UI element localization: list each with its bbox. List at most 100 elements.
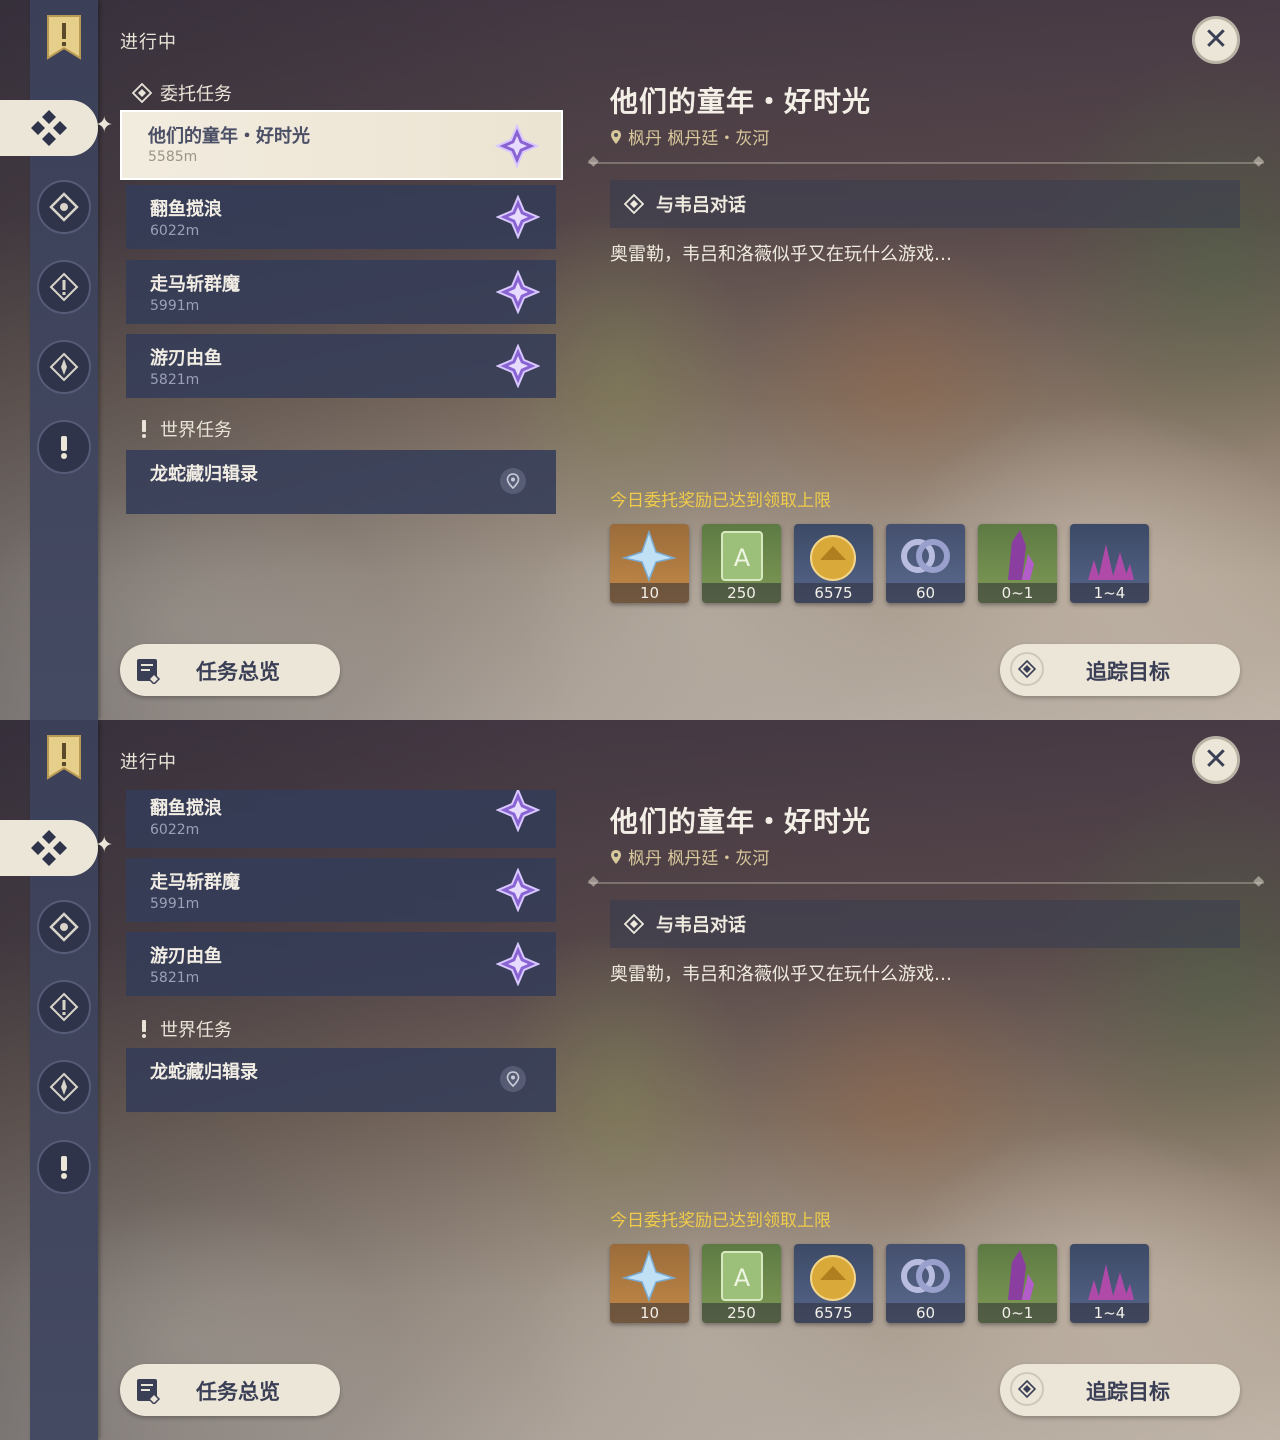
commission-star-icon <box>495 124 539 168</box>
quest-overview-button[interactable]: 任务总览 <box>120 644 340 696</box>
objective-label: 与韦吕对话 <box>656 915 746 936</box>
quest-title: 走马斩群魔 <box>150 274 240 295</box>
reward-count: 60 <box>886 583 965 603</box>
reward-item[interactable]: 10 <box>610 524 689 603</box>
category-label: 世界任务 <box>160 420 232 441</box>
archon-quest-icon <box>49 192 79 222</box>
reward-count: 6575 <box>794 1303 873 1323</box>
selected-sparkle-icon: ✦ <box>95 113 114 138</box>
section-title: 进行中 <box>120 32 177 53</box>
objective-label: 与韦吕对话 <box>656 195 746 216</box>
quest-screen-scrolled: ✦ 进行中 翻鱼搅浪 6022m 走马斩群魔 5991m 游刃由鱼 5821m … <box>0 720 1280 1440</box>
adventure-exp-icon: A <box>721 1251 763 1301</box>
quest-card[interactable]: 翻鱼搅浪 6022m <box>126 185 556 249</box>
reward-item[interactable]: 10 <box>610 1244 689 1323</box>
reward-item[interactable]: 1~4 <box>1070 524 1149 603</box>
tab-event-quests[interactable] <box>37 340 91 394</box>
quest-card[interactable]: 翻鱼搅浪 6022m <box>126 790 556 848</box>
quest-distance: 6022m <box>150 223 200 239</box>
quest-location: 枫丹 枫丹廷・灰河 <box>610 844 769 869</box>
category-label: 世界任务 <box>160 1020 232 1041</box>
commission-star-icon <box>496 344 540 388</box>
reward-item[interactable]: 60 <box>886 524 965 603</box>
quest-card[interactable]: 走马斩群魔 5991m <box>126 260 556 324</box>
commission-diamond-icon <box>132 83 152 103</box>
quest-description: 奥雷勒，韦吕和洛薇似乎又在玩什么游戏… <box>610 244 952 265</box>
quest-detail-title: 他们的童年・好时光 <box>610 805 872 838</box>
exclaim-icon <box>61 436 67 459</box>
reward-item[interactable]: 6575 <box>794 524 873 603</box>
quest-title: 龙蛇藏归辑录 <box>150 1062 258 1083</box>
quest-card[interactable]: 游刃由鱼 5821m <box>126 932 556 996</box>
tab-world-quests[interactable] <box>37 1140 91 1194</box>
quest-card-selected[interactable]: 他们的童年・好时光 5585m <box>120 110 563 180</box>
exclaim-diamond-icon <box>49 272 79 302</box>
quest-card[interactable]: 龙蛇藏归辑录 <box>126 1048 556 1112</box>
quest-card[interactable]: 游刃由鱼 5821m <box>126 334 556 398</box>
quest-title: 翻鱼搅浪 <box>150 199 222 220</box>
quest-location: 枫丹 枫丹廷・灰河 <box>610 124 769 149</box>
section-title: 进行中 <box>120 752 177 773</box>
reward-count: 10 <box>610 583 689 603</box>
crystal-cluster-icon <box>1088 544 1134 580</box>
svg-text:A: A <box>734 1264 751 1292</box>
reward-item[interactable]: 6575 <box>794 1244 873 1323</box>
location-pin-icon <box>611 849 621 864</box>
quest-list[interactable]: 翻鱼搅浪 6022m 走马斩群魔 5991m 游刃由鱼 5821m 世界任务 龙… <box>120 790 570 1350</box>
commission-star-icon <box>496 790 540 832</box>
divider <box>588 153 1264 169</box>
category-world: 世界任务 <box>136 1016 232 1042</box>
quest-distance: 6022m <box>150 822 200 838</box>
reward-item[interactable]: 0~1 <box>978 524 1057 603</box>
divider <box>588 873 1264 889</box>
mora-icon <box>810 535 856 581</box>
quest-book-icon <box>132 1374 164 1406</box>
commission-icon <box>31 830 67 866</box>
reward-item[interactable]: A 250 <box>702 524 781 603</box>
quest-card[interactable]: 走马斩群魔 5991m <box>126 858 556 922</box>
quest-card[interactable]: 龙蛇藏归辑录 <box>126 450 556 514</box>
quest-book-icon <box>132 654 164 686</box>
quest-screen-top: ✦ 进行中 委托任务 他们的童年・好时光 5585m 翻鱼搅浪 6022m 走马… <box>0 0 1280 720</box>
primogem-icon <box>621 1249 677 1303</box>
reward-count: 0~1 <box>978 1303 1057 1323</box>
close-button[interactable]: ✕ <box>1192 16 1240 64</box>
track-objective-button[interactable]: 追踪目标 <box>1000 1364 1240 1416</box>
reward-item[interactable]: 1~4 <box>1070 1244 1149 1323</box>
button-label: 任务总览 <box>196 660 280 684</box>
tab-event-quests[interactable] <box>37 1060 91 1114</box>
reward-count: 0~1 <box>978 583 1057 603</box>
quest-list[interactable]: 他们的童年・好时光 5585m 翻鱼搅浪 6022m 走马斩群魔 5991m 游… <box>120 110 570 630</box>
quest-title: 他们的童年・好时光 <box>148 126 310 147</box>
reward-count: 6575 <box>794 583 873 603</box>
quest-overview-button[interactable]: 任务总览 <box>120 1364 340 1416</box>
reward-item[interactable]: 0~1 <box>978 1244 1057 1323</box>
reward-count: 60 <box>886 1303 965 1323</box>
category-label: 委托任务 <box>160 84 232 105</box>
tab-archon-quests[interactable] <box>37 900 91 954</box>
reward-count: 250 <box>702 583 781 603</box>
quest-title: 龙蛇藏归辑录 <box>150 464 258 485</box>
quest-distance: 5821m <box>150 970 200 986</box>
tab-archon-quests[interactable] <box>37 180 91 234</box>
commission-star-icon <box>496 868 540 912</box>
reward-item[interactable]: A 250 <box>702 1244 781 1323</box>
crystal-chunk-icon <box>1008 1250 1034 1300</box>
track-objective-button[interactable]: 追踪目标 <box>1000 644 1240 696</box>
tab-world-quests[interactable] <box>37 420 91 474</box>
quest-detail-title: 他们的童年・好时光 <box>610 85 872 118</box>
commission-star-icon <box>496 270 540 314</box>
close-button[interactable]: ✕ <box>1192 736 1240 784</box>
reward-count: 10 <box>610 1303 689 1323</box>
tab-commissions-active[interactable] <box>0 820 98 876</box>
quest-banner-icon <box>47 15 81 60</box>
reward-item[interactable]: 60 <box>886 1244 965 1323</box>
tab-story-quests[interactable] <box>37 260 91 314</box>
tab-story-quests[interactable] <box>37 980 91 1034</box>
tab-commissions-active[interactable] <box>0 100 98 156</box>
adventure-exp-icon: A <box>721 531 763 581</box>
button-label: 追踪目标 <box>1086 660 1170 684</box>
quest-title: 游刃由鱼 <box>150 348 222 369</box>
mora-icon <box>810 1255 856 1301</box>
quest-description: 奥雷勒，韦吕和洛薇似乎又在玩什么游戏… <box>610 964 952 985</box>
